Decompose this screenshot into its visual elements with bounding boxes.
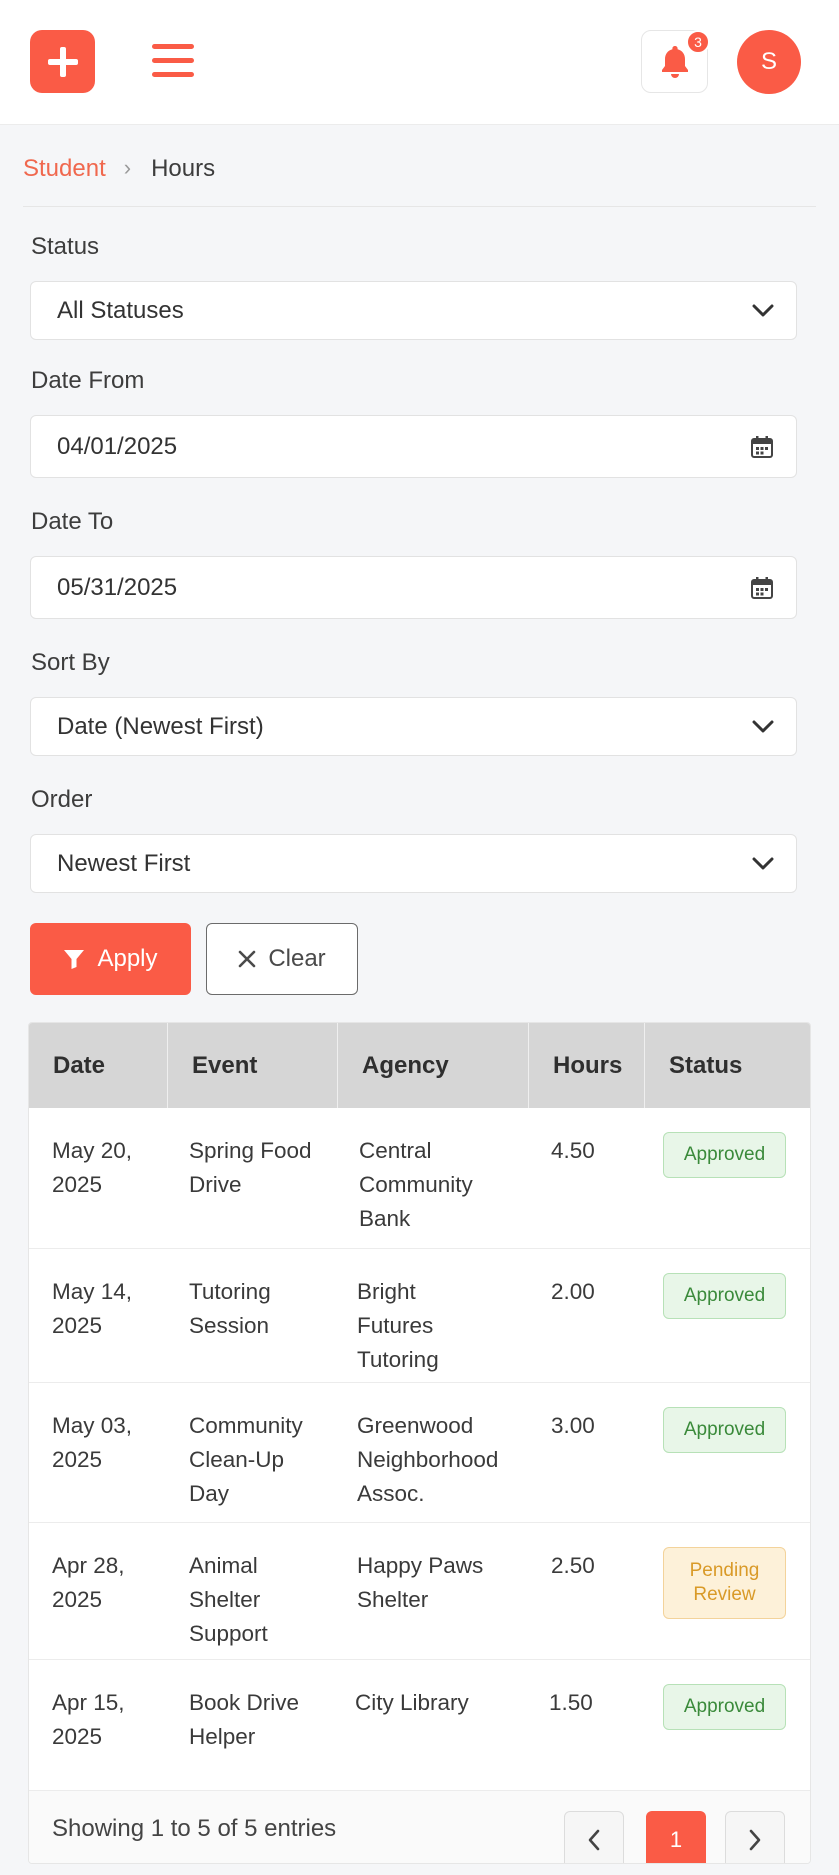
sort-by-value: Date (Newest First) [57, 712, 264, 740]
order-value: Newest First [57, 849, 191, 877]
cell-event: Community Clean-Up Day [189, 1413, 303, 1506]
cell-hours: 2.00 [551, 1279, 595, 1304]
entries-summary: Showing 1 to 5 of 5 entries [52, 1815, 337, 1842]
cell-agency: Central Community Bank [359, 1138, 473, 1231]
status-badge: Approved [663, 1407, 786, 1453]
close-icon [239, 950, 256, 968]
filter-icon [64, 950, 85, 969]
cell-hours: 4.50 [551, 1138, 595, 1163]
status-label: Status [31, 233, 100, 260]
status-badge: Pending Review [663, 1547, 786, 1619]
breadcrumb-separator: › [123, 155, 132, 180]
user-avatar[interactable]: S [737, 30, 801, 94]
chevron-down-icon [752, 720, 774, 734]
cell-agency: City Library [355, 1690, 469, 1715]
table-row[interactable]: Apr 15, 2025 Book Drive Helper City Libr… [29, 1660, 810, 1791]
order-select[interactable]: Newest First [30, 834, 797, 893]
cell-date: May 03, 2025 [52, 1413, 133, 1472]
cell-hours: 3.00 [551, 1413, 595, 1438]
bell-icon [661, 45, 688, 78]
cell-date: May 20, 2025 [52, 1138, 133, 1197]
cell-agency: Happy Paws Shelter [357, 1553, 484, 1612]
status-badge: Approved [663, 1273, 786, 1319]
cell-date: May 14, 2025 [52, 1279, 133, 1338]
clear-button-label: Clear [268, 945, 326, 972]
breadcrumb-current: Hours [151, 155, 216, 182]
table-row[interactable]: May 20, 2025 Spring Food Drive Central C… [29, 1108, 810, 1249]
cell-event: Spring Food Drive [189, 1138, 312, 1197]
hours-table: Date Event Agency Hours Status May 20, 2… [28, 1022, 811, 1864]
cell-agency: Greenwood Neighborhood Assoc. [357, 1413, 499, 1506]
table-row[interactable]: Apr 28, 2025 Animal Shelter Support Happ… [29, 1523, 810, 1660]
cell-hours: 2.50 [551, 1553, 595, 1578]
next-page-button[interactable] [725, 1811, 785, 1863]
table-header: Date Event Agency Hours Status [29, 1023, 810, 1108]
cell-date: Apr 28, 2025 [52, 1553, 125, 1612]
breadcrumb-student-link[interactable]: Student [23, 155, 106, 183]
page-button-1[interactable]: 1 [646, 1811, 706, 1863]
status-badge: Approved [663, 1132, 786, 1178]
sort-by-select[interactable]: Date (Newest First) [30, 697, 797, 756]
breadcrumb: Student › Hours [23, 155, 816, 207]
clear-button[interactable]: Clear [206, 923, 358, 995]
chevron-left-icon [588, 1829, 600, 1851]
hamburger-menu-icon [152, 44, 194, 77]
chevron-down-icon [752, 304, 774, 318]
cell-agency: Bright Futures Tutoring [357, 1279, 439, 1372]
table-footer: Showing 1 to 5 of 5 entries 1 [29, 1791, 810, 1863]
order-label: Order [31, 786, 93, 813]
top-bar: 3 S [0, 0, 839, 125]
chevron-down-icon [752, 857, 774, 871]
table-row[interactable]: May 03, 2025 Community Clean-Up Day Gree… [29, 1383, 810, 1523]
status-select[interactable]: All Statuses [30, 281, 797, 340]
cell-event: Tutoring Session [189, 1279, 271, 1338]
column-header-status[interactable]: Status [645, 1023, 810, 1108]
date-to-value: 05/31/2025 [57, 573, 178, 601]
add-button[interactable] [30, 30, 95, 93]
cell-event: Book Drive Helper [189, 1690, 300, 1749]
notification-count-badge: 3 [686, 30, 710, 54]
calendar-icon[interactable] [750, 576, 774, 600]
column-header-hours[interactable]: Hours [529, 1023, 645, 1108]
column-header-event[interactable]: Event [168, 1023, 338, 1108]
plus-icon [47, 46, 78, 77]
cell-date: Apr 15, 2025 [52, 1690, 125, 1749]
sort-by-label: Sort By [31, 649, 110, 676]
cell-hours: 1.50 [549, 1690, 593, 1715]
date-from-input[interactable]: 04/01/2025 [30, 415, 797, 478]
apply-button-label: Apply [97, 945, 158, 972]
date-to-input[interactable]: 05/31/2025 [30, 556, 797, 619]
status-badge: Approved [663, 1684, 786, 1730]
status-select-value: All Statuses [57, 296, 184, 324]
date-from-value: 04/01/2025 [57, 432, 178, 460]
hamburger-menu-button[interactable] [150, 40, 196, 82]
column-header-agency[interactable]: Agency [338, 1023, 529, 1108]
chevron-right-icon [749, 1829, 761, 1851]
cell-event: Animal Shelter Support [189, 1553, 268, 1646]
date-to-label: Date To [31, 508, 114, 535]
prev-page-button[interactable] [564, 1811, 624, 1863]
column-header-date[interactable]: Date [29, 1023, 168, 1108]
apply-button[interactable]: Apply [30, 923, 191, 995]
table-row[interactable]: May 14, 2025 Tutoring Session Bright Fut… [29, 1249, 810, 1383]
date-from-label: Date From [31, 367, 145, 394]
calendar-icon[interactable] [750, 435, 774, 459]
